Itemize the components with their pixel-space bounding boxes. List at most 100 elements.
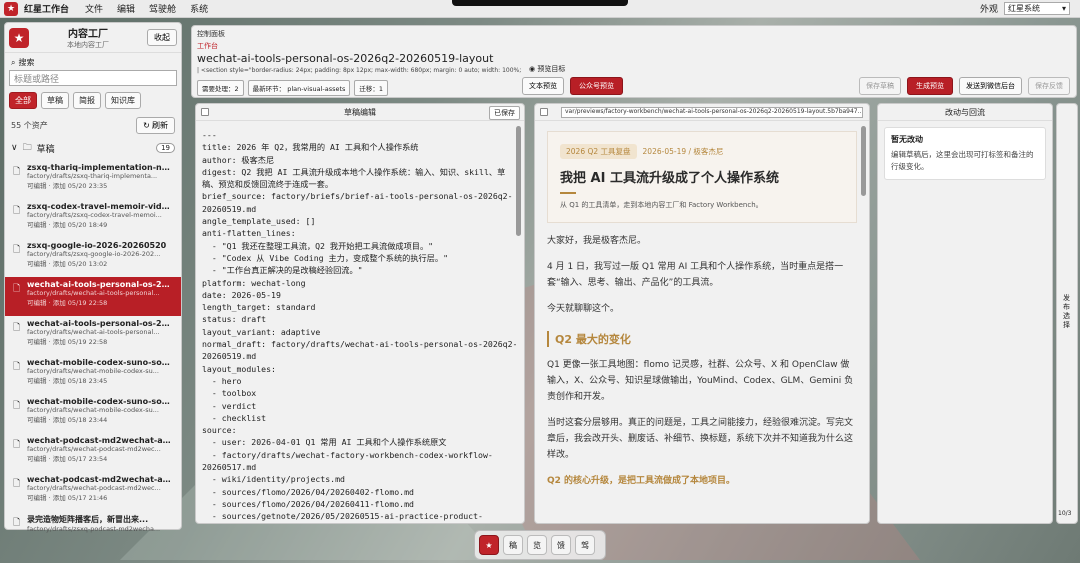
action-buttons: 保存草稿 生成预览 发送到微信后台 保存反馈 <box>859 77 1070 95</box>
collapse-button[interactable]: 收起 <box>147 29 177 46</box>
editor-header: 草稿编辑 <box>344 107 376 117</box>
hero-title: 我把 AI 工具流升级成了个人操作系统 <box>560 171 779 186</box>
preview-target[interactable]: ◉ 预览目标 <box>529 64 565 74</box>
publish-select-tab[interactable]: 发布选择 10/3 <box>1056 103 1078 524</box>
item-meta: 可编辑 · 添加 05/19 22:58 <box>27 338 108 346</box>
sidebar: ★ 内容工厂 本地内容工厂 收起 ⌕ 搜索 标题或路径 全部 草稿 简报 知识库… <box>4 22 182 533</box>
refresh-button[interactable]: ↻ 刷新 <box>136 117 175 134</box>
menu-edit[interactable]: 编辑 <box>117 2 135 15</box>
search-label-text: 搜索 <box>18 58 35 67</box>
item-name: zsxq-google-io-2026-20260520 <box>27 241 167 250</box>
chip-briefs[interactable]: 简报 <box>73 92 101 109</box>
item-path: factory/drafts/zsxq-thariq-implementa... <box>27 172 158 180</box>
list-item[interactable]: 🗋 zsxq-codex-travel-memoir-video-... facto… <box>5 199 181 238</box>
sidebar-header: ★ 内容工厂 本地内容工厂 收起 <box>5 23 181 53</box>
appearance-label: 外观 <box>979 5 998 15</box>
search-input[interactable]: 标题或路径 <box>9 70 177 86</box>
status-tags: 需要处理：2 最新环节： plan-visual-assets 迁移：1 <box>197 80 389 96</box>
editor-checkbox[interactable] <box>201 108 209 116</box>
hero-rule <box>560 192 576 194</box>
paragraph-6: Q2 的核心升级，是把工具流做成了本地项目。 <box>547 476 736 486</box>
sidebar-title: 内容工厂 <box>68 29 108 40</box>
chevron-down-icon: ∨ <box>11 143 18 153</box>
item-path: factory/drafts/zsxq-codex-travel-memoi..… <box>27 211 162 219</box>
app-title[interactable]: 红星工作台 <box>24 2 69 15</box>
preview-path-field[interactable]: var/previews/factory-workbench/wechat-ai… <box>561 107 863 118</box>
saved-status-button[interactable]: 已保存 <box>489 106 520 120</box>
menu-cockpit[interactable]: 驾驶舱 <box>149 2 176 15</box>
dock-preview[interactable]: 览 <box>527 535 547 555</box>
changes-header: 改动与回流 <box>945 107 985 117</box>
list-item[interactable]: 🗋 wechat-mobile-codex-suno-song... factory… <box>5 355 181 394</box>
hero-pill: 2026 Q2 工具复盘 <box>560 144 637 159</box>
paragraph-4: Q1 更像一张工具地图：flomo 记灵感，社群、公众号、X 和 OpenCla… <box>547 360 854 402</box>
save-feedback-button[interactable]: 保存反馈 <box>1028 77 1070 95</box>
changes-panel: 改动与回流 暂无改动 编辑草稿后，这里会出现可打标签和备注的行级变化。 <box>877 103 1053 524</box>
item-path: factory/drafts/zsxq-google-io-2026-202..… <box>27 250 161 258</box>
page-indicator: 10/3 <box>1058 510 1072 517</box>
list-item[interactable]: 🗋 wechat-ai-tools-personal-os-202... facto… <box>5 277 181 316</box>
document-icon: 🗋 <box>13 518 21 528</box>
list-item[interactable]: 🗋 wechat-podcast-md2wechat-age... factory/… <box>5 472 181 511</box>
preview-checkbox[interactable] <box>540 108 548 116</box>
dock-logo-icon[interactable]: ★ <box>479 535 499 555</box>
item-path: factory/drafts/wechat-podcast-md2wec... <box>27 445 161 453</box>
folder-name: 草稿 <box>36 144 55 155</box>
asset-count: 55 个资产 <box>11 121 48 130</box>
tag-migration: 迁移：1 <box>354 80 389 96</box>
asset-count-row: 55 个资产 ↻ 刷新 <box>5 115 181 136</box>
list-item[interactable]: 🗋 wechat-mobile-codex-suno-song... factory… <box>5 394 181 433</box>
paragraph-2: 4 月 1 日，我写过一版 Q1 常用 AI 工具和个人操作系统，当时重点是搭一… <box>547 262 844 288</box>
menu-file[interactable]: 文件 <box>85 2 103 15</box>
generate-preview-button[interactable]: 生成预览 <box>907 77 953 95</box>
editor-scrollbar[interactable] <box>516 126 521 236</box>
save-draft-button[interactable]: 保存草稿 <box>859 77 901 95</box>
preview-target-label: 预览目标 <box>537 65 566 73</box>
changes-empty-box: 暂无改动 编辑草稿后，这里会出现可打标签和备注的行级变化。 <box>884 127 1046 180</box>
changes-empty-title: 暂无改动 <box>891 135 923 144</box>
dock-drafts[interactable]: 稿 <box>503 535 523 555</box>
item-name: wechat-ai-tools-personal-os-202... <box>27 319 175 328</box>
list-item[interactable]: 🗋 wechat-ai-tools-personal-os-202... facto… <box>5 316 181 355</box>
list-item[interactable]: 🗋 zsxq-google-io-2026-20260520 factory/dra… <box>5 238 181 277</box>
dock-feedback[interactable]: 馈 <box>551 535 571 555</box>
list-item[interactable]: 🗋 zsxq-thariq-implementation-note... facto… <box>5 160 181 199</box>
style-code-line: | <section style="border-radius: 24px; p… <box>197 67 521 74</box>
item-path: factory/drafts/wechat-ai-tools-personal.… <box>27 328 160 336</box>
draft-textarea[interactable]: --- title: 2026 年 Q2，我常用的 AI 工具和个人操作系统 a… <box>196 121 524 523</box>
wechat-preview-button[interactable]: 公众号预览 <box>570 77 623 95</box>
document-icon: 🗋 <box>13 440 21 450</box>
preview-scrollbar[interactable] <box>861 126 866 196</box>
app-logo-icon[interactable]: ★ <box>4 1 18 16</box>
chip-knowledge[interactable]: 知识库 <box>105 92 141 109</box>
item-name: wechat-podcast-md2wechat-age... <box>27 436 175 445</box>
paragraph-3: 今天就聊聊这个。 <box>547 304 620 314</box>
appearance-select[interactable]: 红星系统 ▾ <box>1004 2 1070 15</box>
hero-meta: 2026-05-19 / 极客杰尼 <box>642 147 724 156</box>
asset-list: 🗋 zsxq-thariq-implementation-note... facto… <box>5 160 181 550</box>
item-name: wechat-mobile-codex-suno-song... <box>27 358 175 367</box>
preview-body: 2026 Q2 工具复盘 2026-05-19 / 极客杰尼 我把 AI 工具流… <box>535 121 869 495</box>
item-meta: 可编辑 · 添加 05/17 23:54 <box>27 455 108 463</box>
item-path: factory/drafts/wechat-podcast-md2wec... <box>27 484 161 492</box>
chip-all[interactable]: 全部 <box>9 92 37 109</box>
folder-drafts[interactable]: ∨ 🗀 草稿 19 <box>5 136 181 160</box>
item-meta: 可编辑 · 添加 05/17 21:46 <box>27 494 108 502</box>
hero-card: 2026 Q2 工具复盘 2026-05-19 / 极客杰尼 我把 AI 工具流… <box>547 131 857 223</box>
menu-system[interactable]: 系统 <box>190 2 208 15</box>
search-icon: ⌕ <box>11 57 16 67</box>
item-path: factory/drafts/zsxq-podcast-md2wecha... <box>27 525 161 533</box>
document-icon: 🗋 <box>13 167 21 177</box>
list-item[interactable]: 🗋 录完造物矩阵播客后，新冒出来... factory/drafts/zsxq-po… <box>5 511 181 550</box>
text-preview-button[interactable]: 文本预览 <box>522 77 564 95</box>
paragraph-1: 大家好，我是极客杰尼。 <box>547 236 647 246</box>
chip-drafts[interactable]: 草稿 <box>41 92 69 109</box>
chevron-down-icon: ▾ <box>1061 4 1066 13</box>
send-wechat-backend-button[interactable]: 发送到微信后台 <box>959 77 1022 95</box>
dock-cockpit[interactable]: 驾 <box>575 535 595 555</box>
list-item[interactable]: 🗋 wechat-podcast-md2wechat-age... factory/… <box>5 433 181 472</box>
document-icon: 🗋 <box>13 323 21 333</box>
workspace-label: 工作台 <box>197 42 218 50</box>
document-icon: 🗋 <box>13 362 21 372</box>
document-icon: 🗋 <box>13 479 21 489</box>
